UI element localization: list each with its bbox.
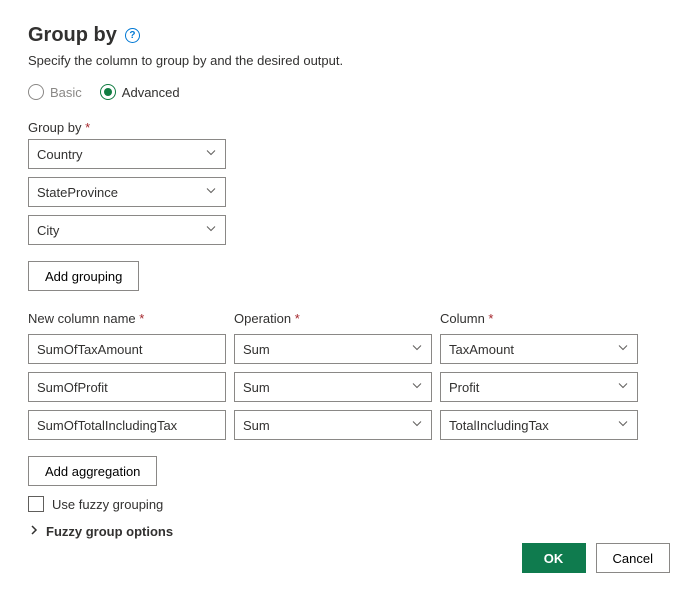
chevron-down-icon xyxy=(617,418,629,433)
mode-advanced-radio[interactable]: Advanced xyxy=(100,84,180,100)
cancel-button[interactable]: Cancel xyxy=(596,543,670,573)
aggregation-row: SumOfProfit Sum Profit xyxy=(28,372,670,402)
group-by-column-value: StateProvince xyxy=(37,185,118,200)
aggregation-row: SumOfTotalIncludingTax Sum TotalIncludin… xyxy=(28,410,670,440)
group-by-column-value: Country xyxy=(37,147,83,162)
mode-basic-radio[interactable]: Basic xyxy=(28,84,82,100)
mode-basic-label: Basic xyxy=(50,85,82,100)
aggregation-row: SumOfTaxAmount Sum TaxAmount xyxy=(28,334,670,364)
fuzzy-group-options-expander[interactable]: Fuzzy group options xyxy=(28,524,670,539)
fuzzy-group-options-label: Fuzzy group options xyxy=(46,524,173,539)
aggregation-name-input[interactable]: SumOfProfit xyxy=(28,372,226,402)
use-fuzzy-grouping-label: Use fuzzy grouping xyxy=(52,497,163,512)
radio-icon xyxy=(100,84,116,100)
group-by-label: Group by * xyxy=(28,120,670,135)
dialog-subtitle: Specify the column to group by and the d… xyxy=(28,53,670,68)
aggregation-operation-header: Operation * xyxy=(234,311,432,326)
aggregation-operation-select[interactable]: Sum xyxy=(234,334,432,364)
group-by-column-select[interactable]: City xyxy=(28,215,226,245)
aggregation-name-input[interactable]: SumOfTaxAmount xyxy=(28,334,226,364)
aggregation-column-select[interactable]: TotalIncludingTax xyxy=(440,410,638,440)
add-aggregation-button[interactable]: Add aggregation xyxy=(28,456,157,486)
group-by-column-select[interactable]: StateProvince xyxy=(28,177,226,207)
group-by-column-value: City xyxy=(37,223,59,238)
help-icon[interactable]: ? xyxy=(125,28,140,43)
chevron-right-icon xyxy=(28,524,40,539)
chevron-down-icon xyxy=(205,147,217,162)
chevron-down-icon xyxy=(205,223,217,238)
aggregation-column-select[interactable]: Profit xyxy=(440,372,638,402)
radio-icon xyxy=(28,84,44,100)
use-fuzzy-grouping-checkbox[interactable]: Use fuzzy grouping xyxy=(28,496,670,512)
aggregation-column-select[interactable]: TaxAmount xyxy=(440,334,638,364)
chevron-down-icon xyxy=(205,185,217,200)
aggregation-name-header: New column name * xyxy=(28,311,226,326)
mode-advanced-label: Advanced xyxy=(122,85,180,100)
chevron-down-icon xyxy=(617,380,629,395)
checkbox-icon xyxy=(28,496,44,512)
dialog-title: Group by xyxy=(28,24,117,47)
add-grouping-button[interactable]: Add grouping xyxy=(28,261,139,291)
chevron-down-icon xyxy=(617,342,629,357)
group-by-column-select[interactable]: Country xyxy=(28,139,226,169)
chevron-down-icon xyxy=(411,418,423,433)
ok-button[interactable]: OK xyxy=(522,543,586,573)
aggregation-operation-select[interactable]: Sum xyxy=(234,372,432,402)
aggregation-column-header: Column * xyxy=(440,311,638,326)
aggregation-operation-select[interactable]: Sum xyxy=(234,410,432,440)
aggregation-name-input[interactable]: SumOfTotalIncludingTax xyxy=(28,410,226,440)
chevron-down-icon xyxy=(411,380,423,395)
chevron-down-icon xyxy=(411,342,423,357)
